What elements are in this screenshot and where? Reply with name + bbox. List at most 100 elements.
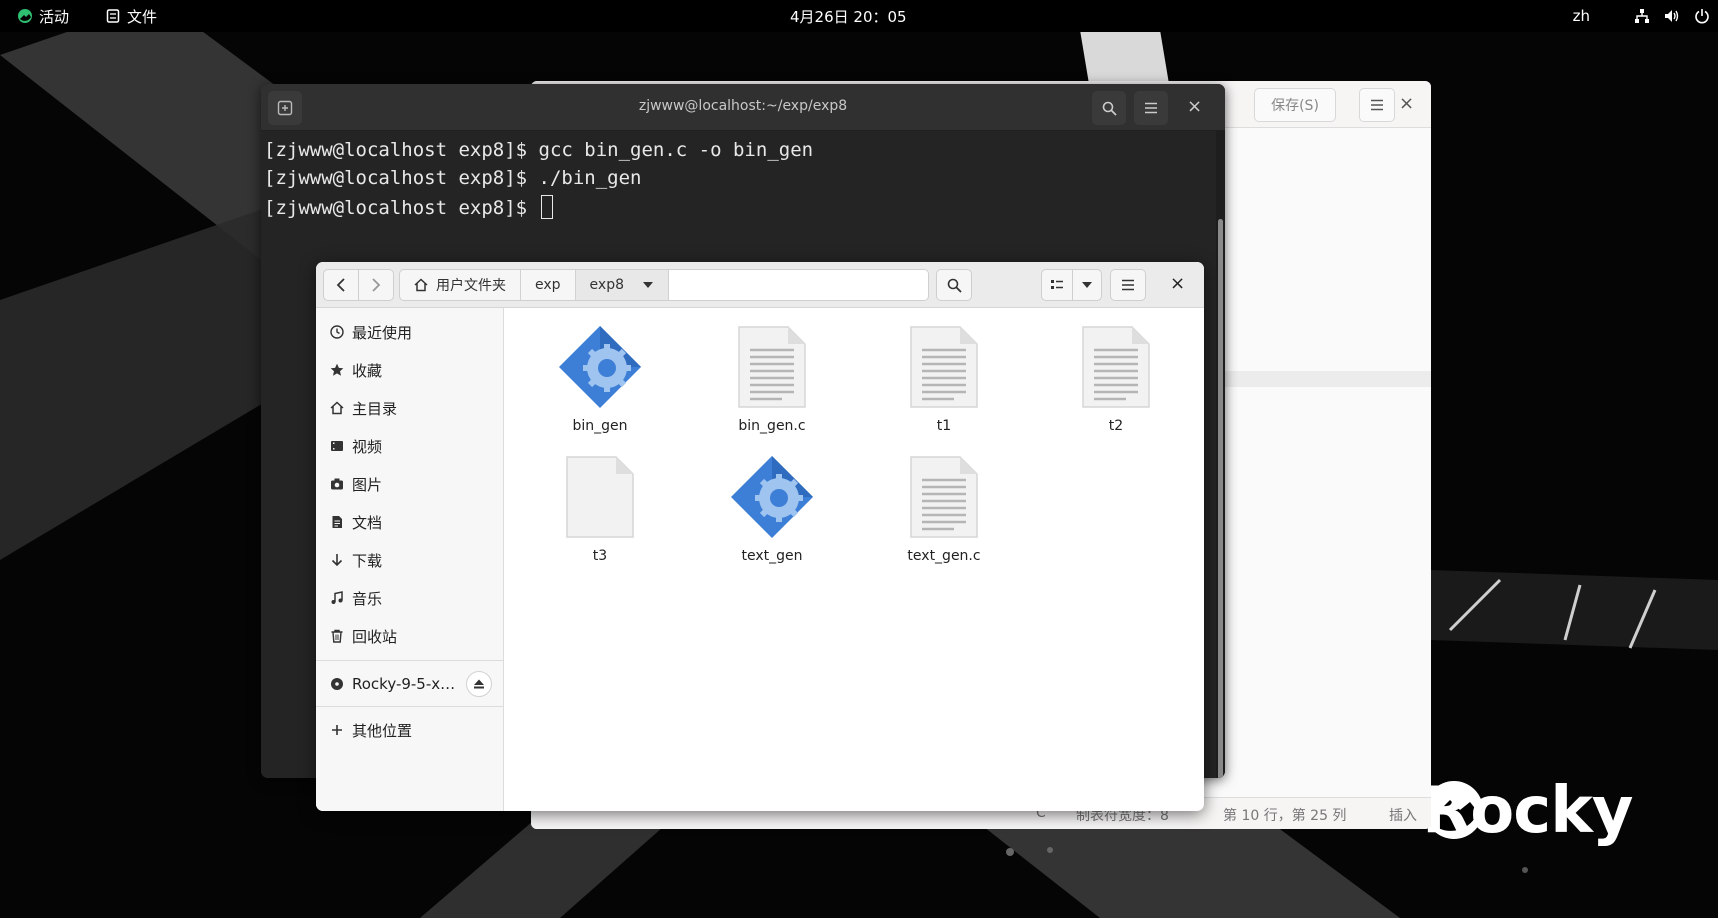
search-icon bbox=[947, 278, 962, 293]
file-name: bin_gen bbox=[572, 418, 628, 434]
path-segment-home[interactable]: 用户文件夹 bbox=[400, 270, 521, 300]
top-bar: 活动 文件 4月26日 20：05 zh bbox=[0, 0, 1718, 32]
editor-close-icon[interactable]: × bbox=[1399, 93, 1414, 114]
file-manager-header: 用户文件夹 exp exp8 × bbox=[316, 262, 1204, 308]
blank-file-icon bbox=[566, 456, 634, 538]
editor-insert-mode: 插入 bbox=[1389, 808, 1417, 824]
clock-label: 4月26日 20：05 bbox=[790, 7, 907, 26]
editor-menu-button[interactable] bbox=[1359, 88, 1395, 122]
view-options-button[interactable] bbox=[1072, 269, 1102, 301]
terminal-search-button[interactable] bbox=[1092, 91, 1126, 125]
rocky-activities-icon bbox=[18, 9, 32, 23]
app-menu-button[interactable]: 文件 bbox=[106, 0, 157, 32]
sidebar-item-label: 图片 bbox=[352, 475, 383, 494]
editor-save-button[interactable]: 保存(S) bbox=[1254, 88, 1336, 122]
text-file-icon bbox=[910, 456, 978, 538]
power-icon bbox=[1695, 9, 1709, 24]
path-bar[interactable]: 用户文件夹 exp exp8 bbox=[399, 269, 929, 301]
sidebar-item-other-locations[interactable]: 其他位置 bbox=[316, 711, 504, 749]
file-grid[interactable]: bin_gen bin_gen.c t1 t2 t3 text_gen text… bbox=[504, 308, 1204, 811]
file-menu-button[interactable] bbox=[1110, 269, 1146, 301]
sidebar-item-label: 回收站 bbox=[352, 627, 398, 646]
video-icon bbox=[331, 441, 343, 451]
sidebar-item-label: 其他位置 bbox=[352, 721, 413, 740]
file-name: bin_gen.c bbox=[738, 418, 806, 434]
sidebar-item-recent[interactable]: 最近使用 bbox=[316, 313, 504, 351]
hamburger-icon bbox=[1145, 102, 1157, 114]
app-menu-label: 文件 bbox=[127, 7, 158, 26]
sidebar-item-music[interactable]: 音乐 bbox=[316, 579, 504, 617]
file-manager-window[interactable]: 用户文件夹 exp exp8 × 最近使用 收藏 主目录 视频 图片 文档 下载… bbox=[316, 262, 1204, 811]
text-file-icon bbox=[1082, 326, 1150, 408]
sidebar-item-pictures[interactable]: 图片 bbox=[316, 465, 504, 503]
sidebar-item-label: 音乐 bbox=[352, 589, 383, 608]
sidebar-item-label: 收藏 bbox=[352, 361, 383, 380]
terminal-prompt-line: [zjwww@localhost exp8]$ bbox=[264, 195, 553, 219]
file-item[interactable]: t2 bbox=[1046, 324, 1186, 434]
file-name: text_gen.c bbox=[907, 548, 981, 564]
camera-icon bbox=[331, 478, 343, 490]
sidebar-item-trash[interactable]: 回收站 bbox=[316, 617, 504, 655]
eject-button[interactable] bbox=[466, 671, 492, 697]
text-file-icon bbox=[910, 326, 978, 408]
path-segment-label: exp8 bbox=[589, 277, 624, 293]
file-name: t1 bbox=[936, 418, 952, 434]
sidebar-item-videos[interactable]: 视频 bbox=[316, 427, 504, 465]
path-segment-label: exp bbox=[535, 277, 561, 293]
forward-button[interactable] bbox=[358, 269, 394, 301]
file-item[interactable]: t1 bbox=[874, 324, 1014, 434]
editor-cursor-position[interactable]: 第 10 行，第 25 列 bbox=[1223, 805, 1346, 825]
file-name: t2 bbox=[1108, 418, 1124, 434]
terminal-close-icon[interactable]: × bbox=[1187, 96, 1202, 117]
path-segment-exp8[interactable]: exp8 bbox=[575, 270, 669, 300]
path-segment-exp[interactable]: exp bbox=[521, 270, 576, 300]
search-icon bbox=[1102, 101, 1117, 116]
terminal-line: [zjwww@localhost exp8]$ gcc bin_gen.c -o… bbox=[264, 139, 814, 161]
path-segment-label: 用户文件夹 bbox=[436, 278, 506, 294]
home-icon bbox=[414, 278, 428, 292]
file-name: text_gen bbox=[741, 548, 803, 564]
sidebar-item-home[interactable]: 主目录 bbox=[316, 389, 504, 427]
file-name: t3 bbox=[592, 548, 608, 564]
path-bar-empty[interactable] bbox=[669, 270, 928, 300]
sidebar-item-starred[interactable]: 收藏 bbox=[316, 351, 504, 389]
home-icon bbox=[330, 401, 344, 415]
file-cabinet-icon bbox=[106, 9, 120, 23]
file-item[interactable]: bin_gen.c bbox=[702, 324, 842, 434]
input-language-indicator[interactable]: zh bbox=[1573, 7, 1590, 25]
system-tray[interactable]: zh bbox=[1573, 0, 1710, 32]
star-icon bbox=[330, 363, 344, 376]
file-item[interactable]: bin_gen bbox=[530, 324, 670, 434]
clock-button[interactable]: 4月26日 20：05 bbox=[790, 0, 907, 32]
download-icon bbox=[331, 554, 343, 567]
activities-label: 活动 bbox=[39, 7, 70, 26]
file-item[interactable]: t3 bbox=[530, 454, 670, 564]
brand-wordmark: Rocky bbox=[1422, 774, 1633, 848]
file-item[interactable]: text_gen.c bbox=[874, 454, 1014, 564]
eject-icon bbox=[474, 679, 484, 689]
sidebar-item-label: 最近使用 bbox=[352, 323, 413, 342]
view-toggle-button[interactable] bbox=[1041, 269, 1073, 301]
terminal-scrollbar-thumb[interactable] bbox=[1218, 219, 1223, 778]
plus-icon bbox=[332, 725, 342, 735]
terminal-title: zjwww@localhost:~/exp/exp8 bbox=[638, 98, 848, 114]
file-manager-close-icon[interactable]: × bbox=[1170, 273, 1185, 294]
sidebar-item-device[interactable]: Rocky-9-5-x… bbox=[316, 665, 476, 703]
sidebar-item-label: 视频 bbox=[352, 437, 383, 456]
executable-icon bbox=[559, 326, 641, 408]
hamburger-icon bbox=[1371, 99, 1383, 111]
terminal-menu-button[interactable] bbox=[1134, 91, 1168, 125]
sidebar-item-downloads[interactable]: 下载 bbox=[316, 541, 504, 579]
sidebar-item-label: Rocky-9-5-x… bbox=[352, 675, 456, 693]
hamburger-icon bbox=[1122, 279, 1134, 291]
sidebar-item-label: 主目录 bbox=[352, 399, 398, 418]
triangle-down-icon bbox=[643, 282, 653, 288]
clock-icon bbox=[330, 325, 344, 339]
file-search-button[interactable] bbox=[936, 269, 972, 301]
sidebar-item-label: 下载 bbox=[352, 551, 383, 570]
sidebar-item-documents[interactable]: 文档 bbox=[316, 503, 504, 541]
document-icon bbox=[332, 516, 342, 528]
activities-button[interactable]: 活动 bbox=[18, 0, 69, 32]
back-button[interactable] bbox=[323, 269, 359, 301]
file-item[interactable]: text_gen bbox=[702, 454, 842, 564]
